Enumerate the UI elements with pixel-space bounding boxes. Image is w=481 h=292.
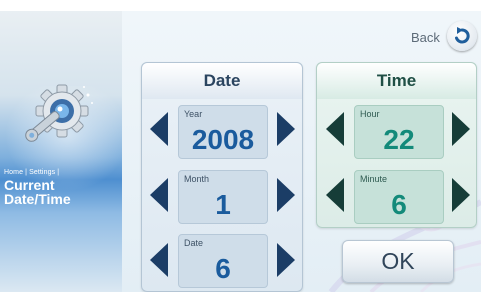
page-title: Current Date/Time	[4, 178, 120, 206]
minute-field[interactable]: Minute 6	[354, 170, 444, 224]
day-increment-button[interactable]	[275, 243, 295, 277]
date-panel-title: Date	[142, 63, 302, 99]
minute-field-value: 6	[391, 189, 407, 220]
hour-field[interactable]: Hour 22	[354, 105, 444, 159]
year-field[interactable]: Year 2008	[178, 105, 268, 159]
undo-arrow-icon	[455, 27, 470, 44]
hour-field-label: Hour	[360, 109, 380, 119]
month-field-label: Month	[184, 174, 210, 184]
minute-decrement-button[interactable]	[326, 178, 346, 212]
time-panel: Time Hour 22 Minute 6	[316, 62, 477, 228]
top-strip	[0, 0, 481, 11]
ok-button[interactable]: OK	[342, 240, 454, 283]
back-button[interactable]	[447, 21, 477, 51]
year-increment-button[interactable]	[275, 112, 295, 146]
day-field[interactable]: Date 6	[178, 234, 268, 288]
date-panel: Date Year 2008 Month 1 Date 6	[141, 62, 303, 292]
sidebar: Home | Settings | Current Date/Time	[0, 11, 122, 292]
page-title-line-1: Current	[4, 177, 55, 193]
page-title-line-2: Date/Time	[4, 191, 71, 207]
hour-decrement-button[interactable]	[326, 112, 346, 146]
month-increment-button[interactable]	[275, 178, 295, 212]
month-decrement-button[interactable]	[150, 178, 170, 212]
day-field-label: Date	[184, 238, 204, 248]
back-label[interactable]: Back	[411, 30, 440, 45]
year-decrement-button[interactable]	[150, 112, 170, 146]
settings-gear-icon	[25, 84, 93, 142]
minute-increment-button[interactable]	[450, 178, 470, 212]
hour-field-value: 22	[383, 124, 415, 155]
year-field-value: 2008	[191, 124, 255, 155]
time-panel-title: Time	[317, 63, 476, 99]
month-field[interactable]: Month 1	[178, 170, 268, 224]
minute-field-label: Minute	[360, 174, 388, 184]
day-decrement-button[interactable]	[150, 243, 170, 277]
year-field-label: Year	[184, 109, 203, 119]
month-field-value: 1	[215, 189, 231, 220]
breadcrumb: Home | Settings |	[4, 169, 60, 176]
hour-increment-button[interactable]	[450, 112, 470, 146]
date-time-settings-screen: Home | Settings | Current Date/Time Back…	[0, 0, 481, 292]
day-field-value: 6	[215, 253, 231, 284]
